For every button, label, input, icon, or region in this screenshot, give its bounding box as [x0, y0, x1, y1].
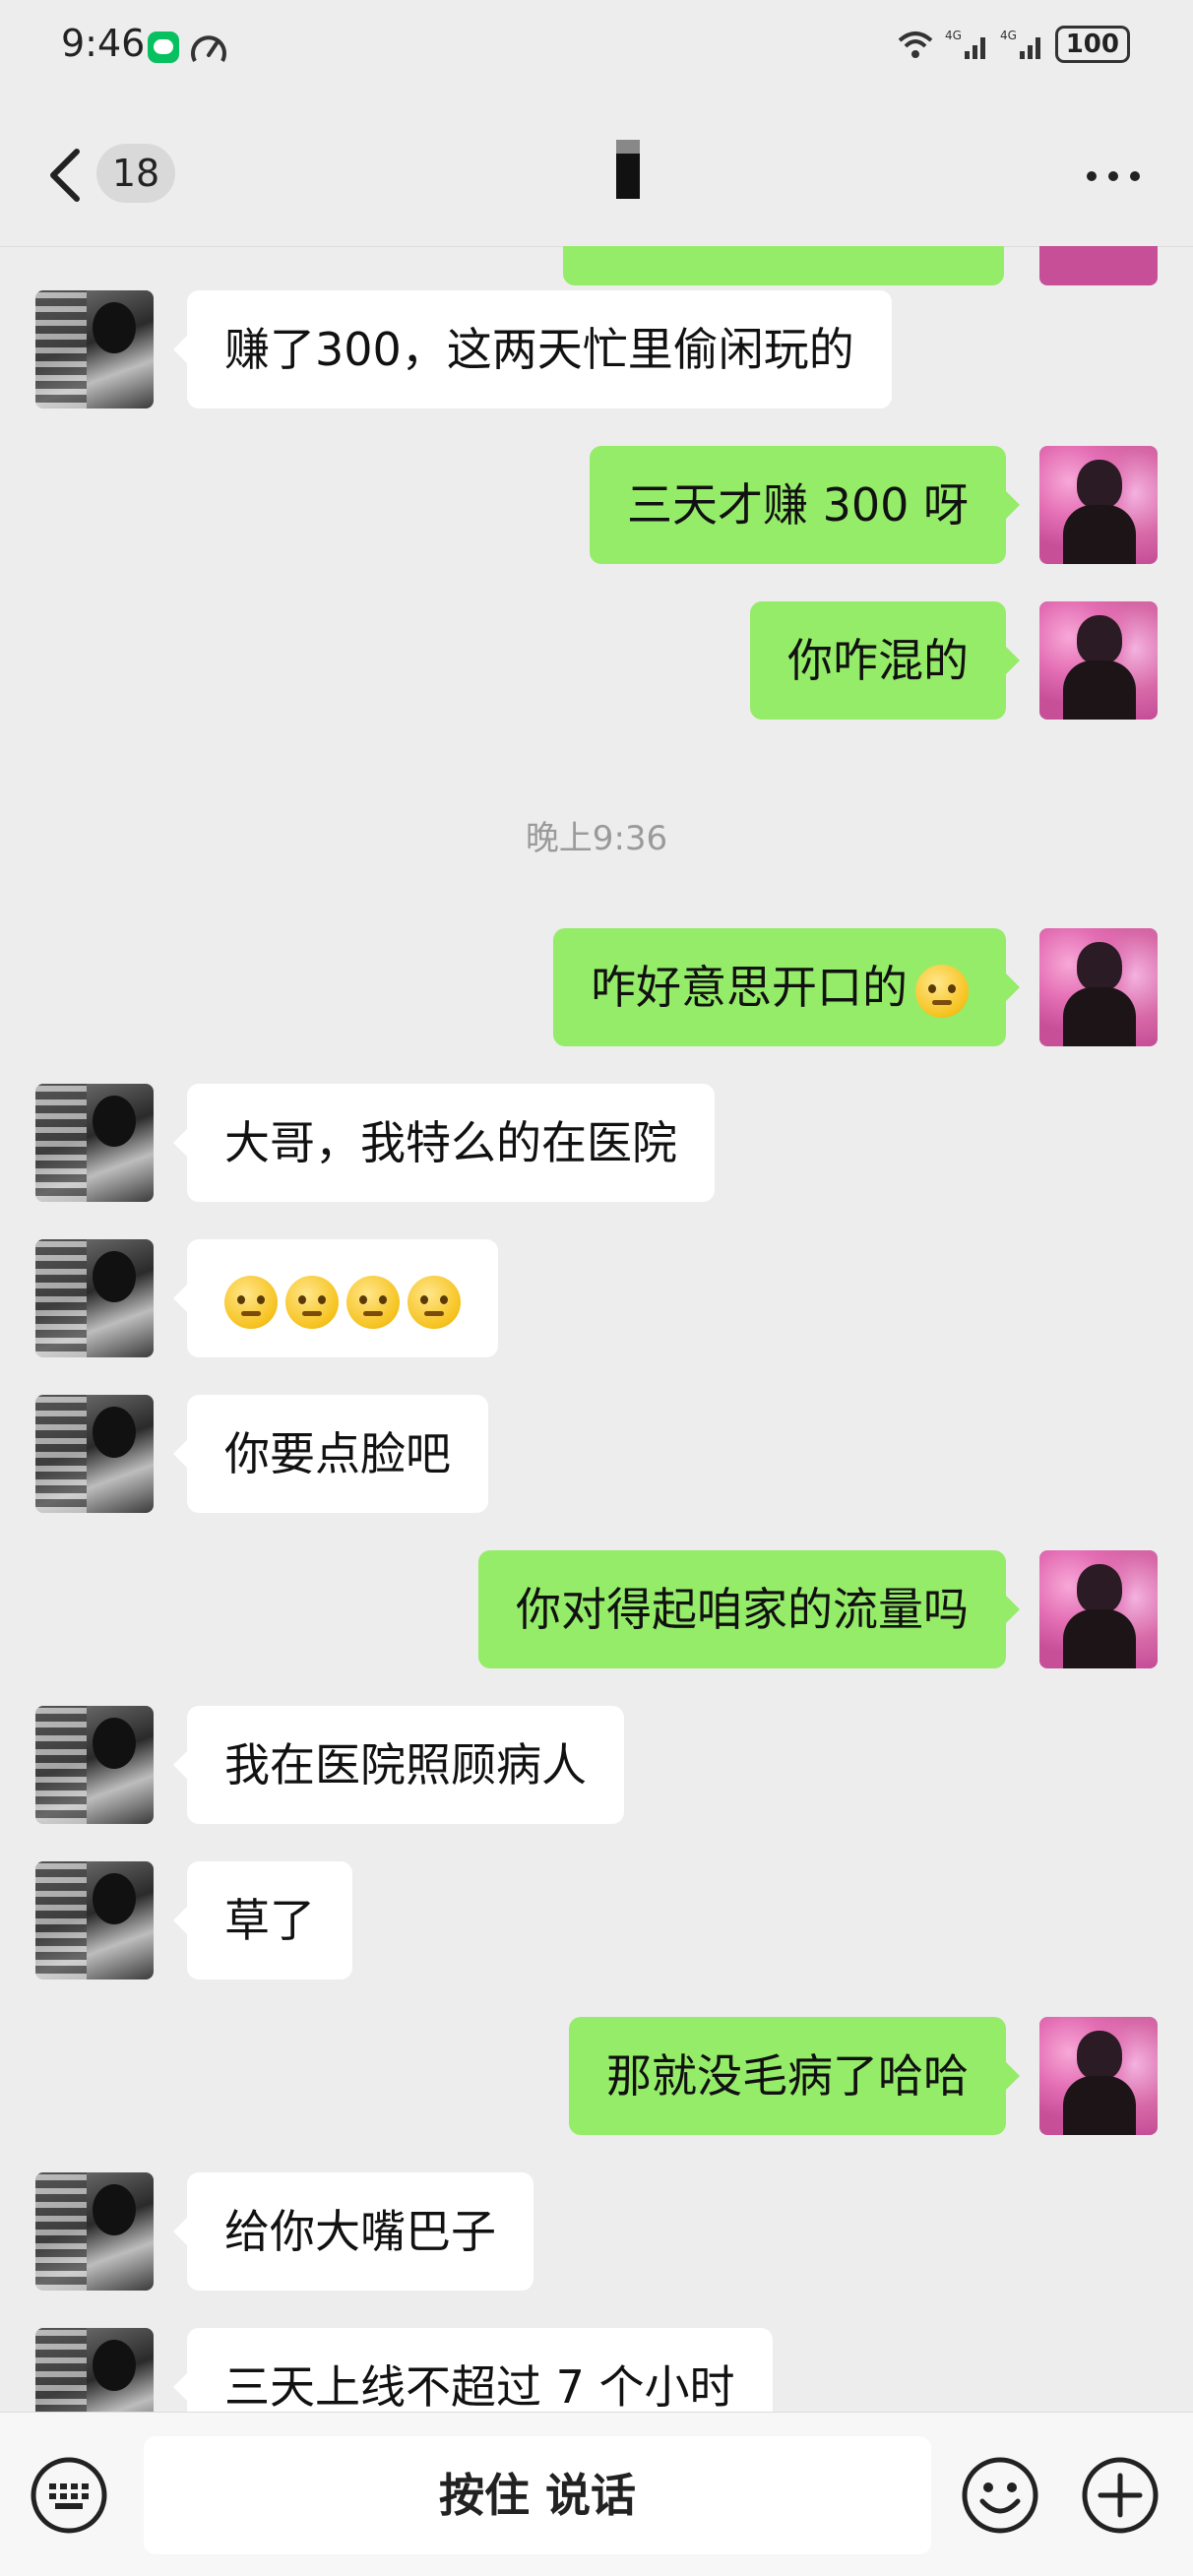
more-options-icon[interactable]	[1087, 171, 1140, 181]
message-bubble-emoji[interactable]	[173, 1239, 498, 1357]
chat-header: 18	[0, 98, 1193, 247]
wechat-notification-icon	[148, 31, 179, 63]
signal-icon-2: 4G	[1000, 29, 1040, 59]
contact-avatar[interactable]	[35, 290, 154, 408]
unread-count-badge[interactable]: 18	[96, 144, 175, 203]
network-type-2: 4G	[1000, 29, 1017, 42]
smiling-face-emoji-icon	[224, 1275, 278, 1329]
partial-outgoing-bubble	[563, 246, 1004, 285]
my-avatar[interactable]	[1039, 446, 1158, 564]
message-row: 咋好意思开口的	[0, 928, 1193, 1046]
smiling-face-emoji-icon	[285, 1275, 339, 1329]
message-row: 三天上线不超过 7 个小时	[0, 2328, 1193, 2412]
message-bubble[interactable]: 大哥，我特么的在医院	[173, 1084, 715, 1202]
message-row	[0, 1239, 1193, 1357]
sweat-face-emoji-icon	[915, 964, 969, 1018]
message-row: 给你大嘴巴子	[0, 2172, 1193, 2291]
message-row: 赚了300，这两天忙里偷闲玩的	[0, 290, 1193, 408]
message-row: 我在医院照顾病人	[0, 1706, 1193, 1824]
status-bar: 9:46 4G 4G 100	[0, 0, 1193, 98]
partial-avatar	[1039, 246, 1158, 285]
message-row: 那就没毛病了哈哈	[0, 2017, 1193, 2135]
message-bubble[interactable]: 三天才赚 300 呀	[589, 446, 1021, 564]
speedometer-icon	[191, 35, 226, 62]
message-row: 你要点脸吧	[0, 1395, 1193, 1513]
message-text: 咋好意思开口的	[591, 961, 908, 1014]
message-row: 你咋混的	[0, 601, 1193, 720]
message-bubble[interactable]: 那就没毛病了哈哈	[569, 2017, 1020, 2135]
my-avatar[interactable]	[1039, 601, 1158, 720]
contact-avatar[interactable]	[35, 1395, 154, 1513]
back-arrow-icon[interactable]	[43, 146, 89, 205]
plus-icon[interactable]	[1081, 2456, 1160, 2535]
my-avatar[interactable]	[1039, 928, 1158, 1046]
wifi-icon	[898, 31, 933, 58]
message-bubble[interactable]: 你咋混的	[750, 601, 1020, 720]
my-avatar[interactable]	[1039, 2017, 1158, 2135]
contact-avatar[interactable]	[35, 2172, 154, 2291]
hold-to-talk-button[interactable]: 按住 说话	[144, 2436, 931, 2554]
message-bubble[interactable]: 我在医院照顾病人	[173, 1706, 624, 1824]
message-row: 你对得起咱家的流量吗	[0, 1550, 1193, 1668]
smiling-face-emoji-icon	[408, 1275, 461, 1329]
chat-title-redacted	[616, 140, 640, 199]
message-bubble[interactable]: 你对得起咱家的流量吗	[478, 1550, 1020, 1668]
contact-avatar[interactable]	[35, 2328, 154, 2412]
status-time: 9:46	[61, 22, 146, 65]
system-icons: 4G 4G 100	[896, 26, 1130, 63]
input-bar: 按住 说话	[0, 2412, 1193, 2576]
message-bubble[interactable]: 咋好意思开口的	[553, 928, 1020, 1046]
message-row: 三天才赚 300 呀	[0, 446, 1193, 564]
network-type-1: 4G	[945, 29, 962, 42]
contact-avatar[interactable]	[35, 1084, 154, 1202]
contact-avatar[interactable]	[35, 1239, 154, 1357]
message-bubble[interactable]: 你要点脸吧	[173, 1395, 488, 1513]
my-avatar[interactable]	[1039, 1550, 1158, 1668]
message-list[interactable]: 赚了300，这两天忙里偷闲玩的 三天才赚 300 呀 你咋混的 晚上9:36 咋…	[0, 246, 1193, 2412]
contact-avatar[interactable]	[35, 1706, 154, 1824]
message-row: 大哥，我特么的在医院	[0, 1084, 1193, 1202]
signal-icon: 4G	[945, 29, 985, 59]
message-bubble[interactable]: 草了	[173, 1861, 352, 1979]
contact-avatar[interactable]	[35, 1861, 154, 1979]
emoji-picker-icon[interactable]	[961, 2456, 1039, 2535]
message-bubble[interactable]: 给你大嘴巴子	[173, 2172, 534, 2291]
smiling-face-emoji-icon	[346, 1275, 400, 1329]
keyboard-icon[interactable]	[30, 2456, 108, 2535]
message-bubble[interactable]: 赚了300，这两天忙里偷闲玩的	[173, 290, 892, 408]
message-row: 草了	[0, 1861, 1193, 1979]
battery-indicator: 100	[1054, 26, 1130, 63]
message-bubble[interactable]: 三天上线不超过 7 个小时	[173, 2328, 773, 2412]
chat-timestamp: 晚上9:36	[525, 819, 668, 858]
